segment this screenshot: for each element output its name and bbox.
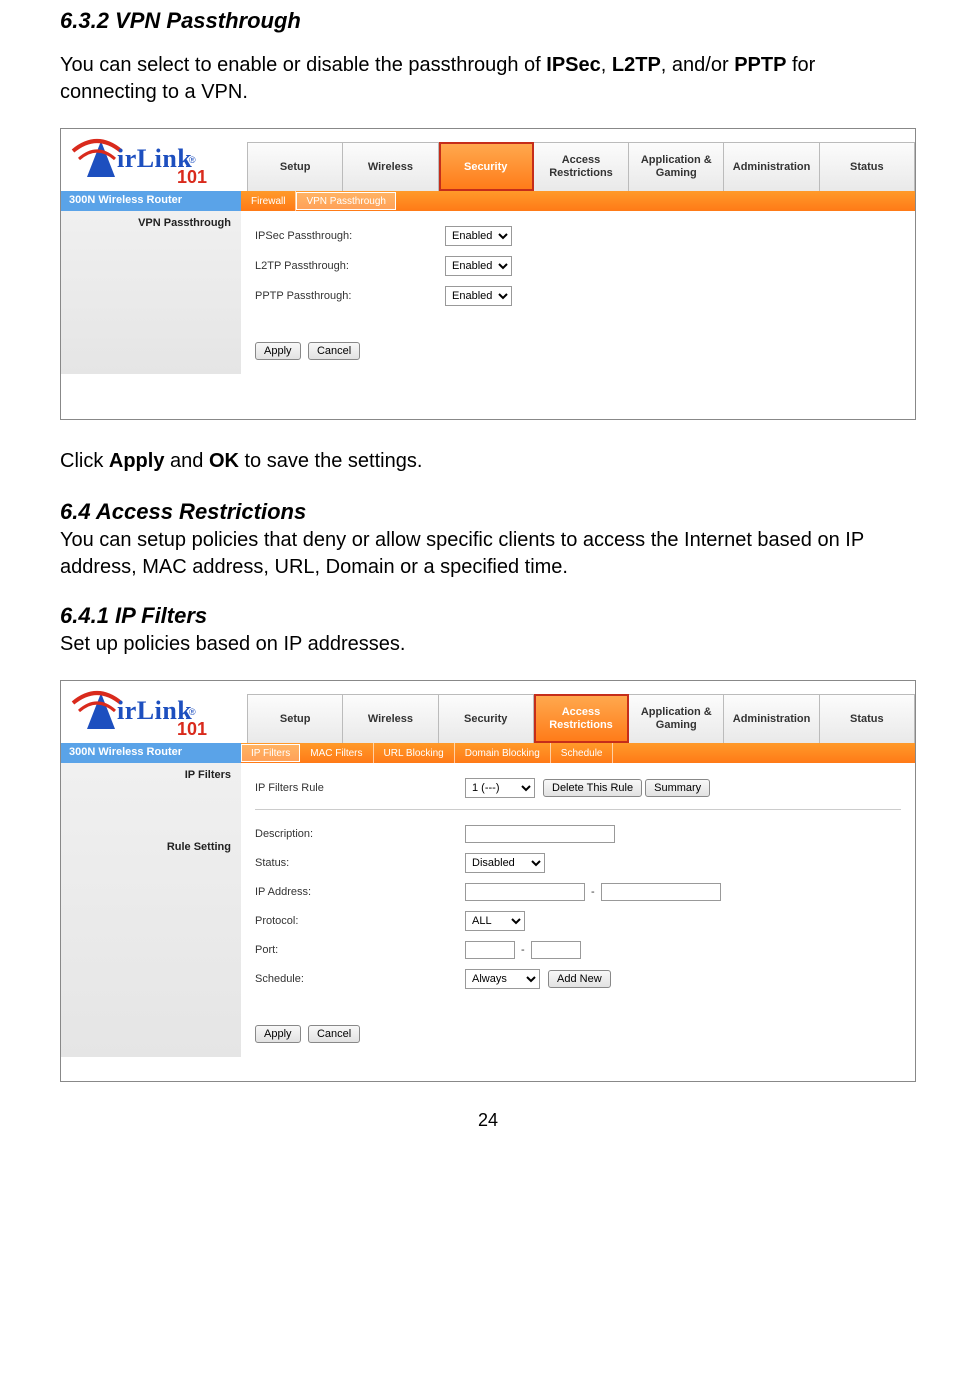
para-64: You can setup policies that deny or allo… — [60, 527, 916, 581]
section-vpn-passthrough: VPN Passthrough — [61, 217, 231, 229]
add-new-button[interactable]: Add New — [548, 970, 611, 988]
label-pptp-passthrough: PPTP Passthrough: — [255, 290, 445, 302]
divider — [255, 809, 901, 810]
screenshot-vpn-passthrough: irLink ® 101 Setup Wireless Security Acc… — [60, 128, 916, 420]
subtab-vpn-passthrough[interactable]: VPN Passthrough — [296, 192, 396, 210]
label-ip-address: IP Address: — [255, 886, 465, 898]
text: and — [164, 450, 208, 472]
apply-button[interactable]: Apply — [255, 342, 301, 360]
tab-security[interactable]: Security — [439, 694, 534, 743]
input-ip-from[interactable] — [465, 883, 585, 901]
page-number: 24 — [60, 1110, 916, 1131]
tab-setup[interactable]: Setup — [248, 694, 343, 743]
logo-airlink101: irLink ® 101 — [61, 129, 247, 191]
tab-application-gaming[interactable]: Application & Gaming — [629, 142, 724, 191]
para-click-apply: Click Apply and OK to save the settings. — [60, 448, 916, 475]
tab-wireless[interactable]: Wireless — [343, 142, 438, 191]
tab-status[interactable]: Status — [820, 142, 915, 191]
svg-text:®: ® — [189, 155, 196, 165]
input-port-from[interactable] — [465, 941, 515, 959]
tab-administration[interactable]: Administration — [724, 694, 819, 743]
bold-apply: Apply — [109, 450, 165, 472]
label-ipsec-passthrough: IPSec Passthrough: — [255, 230, 445, 242]
apply-button[interactable]: Apply — [255, 1025, 301, 1043]
subtab-mac-filters[interactable]: MAC Filters — [300, 743, 373, 763]
section-rule-setting: Rule Setting — [61, 841, 231, 853]
heading-64: 6.4 Access Restrictions — [60, 499, 916, 525]
summary-button[interactable]: Summary — [645, 779, 710, 797]
bold-ipsec: IPSec — [546, 54, 600, 76]
tab-access-restrictions[interactable]: Access Restrictions — [534, 694, 629, 743]
para-641: Set up policies based on IP addresses. — [60, 631, 916, 658]
label-description: Description: — [255, 828, 465, 840]
heading-632: 6.3.2 VPN Passthrough — [60, 8, 916, 34]
select-l2tp-passthrough[interactable]: Enabled — [445, 256, 512, 276]
subtab-ip-filters[interactable]: IP Filters — [241, 744, 300, 762]
bold-ok: OK — [209, 450, 239, 472]
delete-rule-button[interactable]: Delete This Rule — [543, 779, 642, 797]
label-status: Status: — [255, 857, 465, 869]
logo-airlink101: irLink ® 101 — [61, 681, 247, 743]
subtab-firewall[interactable]: Firewall — [241, 191, 296, 211]
bold-l2tp: L2TP — [612, 54, 661, 76]
select-pptp-passthrough[interactable]: Enabled — [445, 286, 512, 306]
router-model-label: 300N Wireless Router — [61, 743, 241, 763]
screenshot-ip-filters: irLink ® 101 Setup Wireless Security Acc… — [60, 680, 916, 1082]
select-ipsec-passthrough[interactable]: Enabled — [445, 226, 512, 246]
bold-pptp: PPTP — [734, 54, 786, 76]
tab-setup[interactable]: Setup — [248, 142, 343, 191]
cancel-button[interactable]: Cancel — [308, 342, 360, 360]
text: Click — [60, 450, 109, 472]
input-ip-to[interactable] — [601, 883, 721, 901]
tab-security[interactable]: Security — [439, 142, 534, 191]
label-port: Port: — [255, 944, 465, 956]
select-status[interactable]: Disabled — [465, 853, 545, 873]
dash: - — [515, 944, 531, 956]
input-description[interactable] — [465, 825, 615, 843]
text: to save the settings. — [239, 450, 422, 472]
tab-administration[interactable]: Administration — [724, 142, 819, 191]
label-protocol: Protocol: — [255, 915, 465, 927]
label-schedule: Schedule: — [255, 973, 465, 985]
select-protocol[interactable]: ALL — [465, 911, 525, 931]
text: , — [601, 54, 612, 76]
subtab-schedule[interactable]: Schedule — [551, 743, 614, 763]
para-632: You can select to enable or disable the … — [60, 52, 916, 106]
label-ip-filters-rule: IP Filters Rule — [255, 782, 465, 794]
cancel-button[interactable]: Cancel — [308, 1025, 360, 1043]
subtab-url-blocking[interactable]: URL Blocking — [374, 743, 455, 763]
tab-application-gaming[interactable]: Application & Gaming — [629, 694, 724, 743]
router-model-label: 300N Wireless Router — [61, 191, 241, 211]
svg-text:101: 101 — [177, 167, 207, 187]
dash: - — [585, 886, 601, 898]
tab-status[interactable]: Status — [820, 694, 915, 743]
subtab-domain-blocking[interactable]: Domain Blocking — [455, 743, 551, 763]
svg-text:®: ® — [189, 707, 196, 717]
text: You can select to enable or disable the … — [60, 54, 546, 76]
select-schedule[interactable]: Always — [465, 969, 540, 989]
tab-wireless[interactable]: Wireless — [343, 694, 438, 743]
select-ip-filters-rule[interactable]: 1 (---) — [465, 778, 535, 798]
input-port-to[interactable] — [531, 941, 581, 959]
tab-access-restrictions[interactable]: Access Restrictions — [534, 142, 629, 191]
text: , and/or — [661, 54, 734, 76]
section-ip-filters: IP Filters — [61, 769, 231, 781]
heading-641: 6.4.1 IP Filters — [60, 603, 916, 629]
label-l2tp-passthrough: L2TP Passthrough: — [255, 260, 445, 272]
svg-text:101: 101 — [177, 719, 207, 739]
